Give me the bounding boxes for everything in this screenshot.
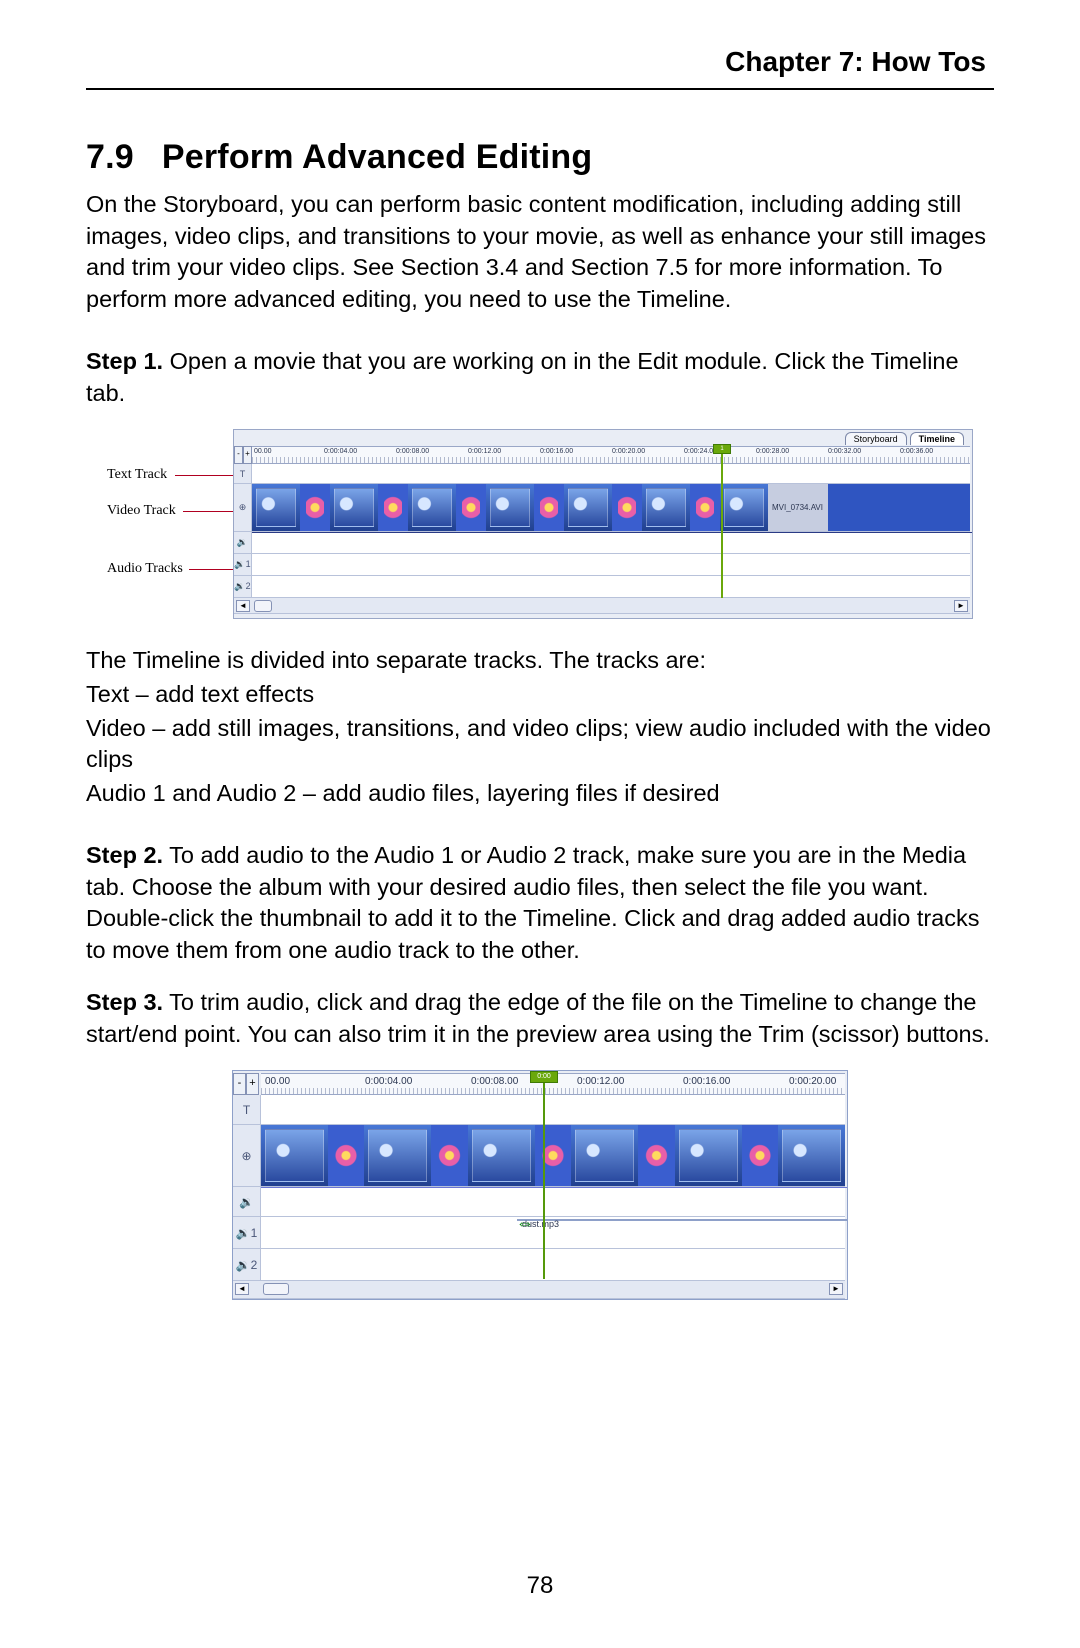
text-track[interactable]: T bbox=[233, 1095, 845, 1125]
timeline-scrollbar[interactable]: ◄ ► bbox=[233, 1281, 845, 1299]
audio-track-2[interactable]: 🔉2 bbox=[233, 1249, 845, 1281]
transition-thumb[interactable] bbox=[535, 1125, 571, 1186]
video-thumb[interactable] bbox=[642, 484, 690, 531]
step-2: Step 2. To add audio to the Audio 1 or A… bbox=[86, 840, 994, 967]
video-thumb[interactable] bbox=[330, 484, 378, 531]
tracks-text-line: Text – add text effects bbox=[86, 679, 994, 711]
callout-leader bbox=[183, 511, 233, 512]
audio1-icon: 🔉1 bbox=[233, 1217, 261, 1248]
transition-thumb[interactable] bbox=[328, 1125, 364, 1186]
step-2-label: Step 2. bbox=[86, 842, 163, 868]
video-thumb[interactable] bbox=[486, 484, 534, 531]
tracks-intro: The Timeline is divided into separate tr… bbox=[86, 645, 994, 677]
page-number: 78 bbox=[0, 1572, 1080, 1600]
video-thumb[interactable] bbox=[364, 1125, 431, 1186]
playhead[interactable]: 1 bbox=[721, 446, 723, 598]
callout-video-track: Video Track bbox=[107, 503, 176, 519]
video-track[interactable]: ⊕ bbox=[234, 484, 970, 532]
step-2-text: To add audio to the Audio 1 or Audio 2 t… bbox=[86, 842, 980, 963]
tracks-audio-line: Audio 1 and Audio 2 – add audio files, l… bbox=[86, 778, 994, 810]
audio-clip[interactable]: dust.mp3 ⇔ bbox=[517, 1219, 848, 1221]
video-thumb[interactable] bbox=[778, 1125, 845, 1186]
transition-thumb[interactable] bbox=[612, 484, 642, 531]
section-heading: 7.9 Perform Advanced Editing bbox=[86, 138, 994, 177]
timeline-scrollbar[interactable]: ◄ ► bbox=[234, 598, 970, 614]
transition-thumb[interactable] bbox=[456, 484, 486, 531]
text-track-icon: T bbox=[233, 1095, 261, 1124]
figure-timeline-zoomed: - + 00.00 0:00:04.00 0:00:08.00 0:00:12.… bbox=[232, 1070, 848, 1300]
playhead-grip[interactable]: 1 bbox=[713, 444, 731, 454]
video-thumb[interactable] bbox=[408, 484, 456, 531]
scroll-thumb[interactable] bbox=[263, 1283, 289, 1295]
tab-timeline[interactable]: Timeline bbox=[910, 432, 964, 445]
zoom-out-button[interactable]: - bbox=[233, 1073, 246, 1095]
audio-track-2[interactable]: 🔉2 bbox=[234, 576, 970, 598]
callout-text-track: Text Track bbox=[107, 467, 167, 483]
video-clip-tail[interactable]: MVI_0734.AVI bbox=[768, 484, 828, 531]
video-thumb[interactable] bbox=[261, 1125, 328, 1186]
chapter-header: Chapter 7: How Tos bbox=[86, 46, 994, 90]
playhead[interactable]: 0:00 bbox=[543, 1073, 545, 1279]
video-audio-track[interactable]: 🔉 bbox=[233, 1187, 845, 1217]
step-3: Step 3. To trim audio, click and drag th… bbox=[86, 987, 994, 1050]
callout-leader bbox=[189, 569, 233, 570]
video-audio-track[interactable]: 🔉 bbox=[234, 532, 970, 554]
section-number: 7.9 bbox=[86, 138, 134, 177]
timeline-panel: Storyboard Timeline - + 00.00 0:00:04.00… bbox=[233, 429, 973, 619]
zoom-out-button[interactable]: - bbox=[234, 446, 243, 464]
video-thumb[interactable] bbox=[252, 484, 300, 531]
timeline-tabs: Storyboard Timeline bbox=[842, 432, 964, 445]
transition-thumb[interactable] bbox=[534, 484, 564, 531]
zoom-in-button[interactable]: + bbox=[246, 1073, 259, 1095]
scroll-left-icon[interactable]: ◄ bbox=[235, 1283, 249, 1295]
text-track-icon: T bbox=[234, 464, 252, 483]
video-clip-strip[interactable]: MVI_0734.AVI bbox=[252, 484, 828, 531]
video-audio-icon: 🔉 bbox=[233, 1187, 261, 1216]
zoom-in-button[interactable]: + bbox=[243, 446, 252, 464]
transition-thumb[interactable] bbox=[300, 484, 330, 531]
step-1-text: Open a movie that you are working on in … bbox=[86, 348, 959, 406]
audio-track-1[interactable]: 🔉1 bbox=[234, 554, 970, 576]
audio2-icon: 🔉2 bbox=[234, 576, 252, 597]
video-track[interactable]: ⊕ bbox=[233, 1125, 845, 1187]
video-thumb[interactable] bbox=[468, 1125, 535, 1186]
transition-thumb[interactable] bbox=[638, 1125, 674, 1186]
time-ruler[interactable]: 00.00 0:00:04.00 0:00:08.00 0:00:12.00 0… bbox=[252, 446, 970, 464]
transition-thumb[interactable] bbox=[690, 484, 720, 531]
scroll-right-icon[interactable]: ► bbox=[829, 1283, 843, 1295]
step-1: Step 1. Open a movie that you are workin… bbox=[86, 346, 994, 409]
step-3-label: Step 3. bbox=[86, 989, 163, 1015]
intro-paragraph: On the Storyboard, you can perform basic… bbox=[86, 189, 994, 316]
tab-storyboard[interactable]: Storyboard bbox=[845, 432, 907, 445]
video-track-icon: ⊕ bbox=[233, 1125, 261, 1186]
callout-leader bbox=[175, 475, 233, 476]
playhead-grip[interactable]: 0:00 bbox=[530, 1071, 558, 1083]
audio1-icon: 🔉1 bbox=[234, 554, 252, 575]
volume-envelope[interactable] bbox=[261, 1187, 848, 1188]
video-thumb[interactable] bbox=[720, 484, 768, 531]
video-thumb[interactable] bbox=[564, 484, 612, 531]
scroll-right-icon[interactable]: ► bbox=[954, 600, 968, 612]
tracks-video-line: Video – add still images, transitions, a… bbox=[86, 713, 994, 776]
video-audio-icon: 🔉 bbox=[234, 532, 252, 553]
trim-handle-icon[interactable]: ⇔ bbox=[516, 1213, 530, 1234]
callout-audio-tracks: Audio Tracks bbox=[107, 561, 183, 577]
audio2-icon: 🔉2 bbox=[233, 1249, 261, 1280]
text-track[interactable]: T bbox=[234, 464, 970, 484]
transition-thumb[interactable] bbox=[431, 1125, 467, 1186]
scroll-thumb[interactable] bbox=[254, 600, 272, 612]
step-1-label: Step 1. bbox=[86, 348, 163, 374]
video-track-icon: ⊕ bbox=[234, 484, 252, 531]
step-3-text: To trim audio, click and drag the edge o… bbox=[86, 989, 990, 1047]
video-thumb[interactable] bbox=[571, 1125, 638, 1186]
transition-thumb[interactable] bbox=[742, 1125, 778, 1186]
audio-track-1[interactable]: 🔉1 dust.mp3 ⇔ bbox=[233, 1217, 845, 1249]
figure-timeline-labeled: Text Track Video Track Audio Tracks Stor… bbox=[107, 429, 973, 619]
scroll-left-icon[interactable]: ◄ bbox=[236, 600, 250, 612]
transition-thumb[interactable] bbox=[378, 484, 408, 531]
section-title: Perform Advanced Editing bbox=[162, 138, 593, 176]
video-thumb[interactable] bbox=[675, 1125, 742, 1186]
